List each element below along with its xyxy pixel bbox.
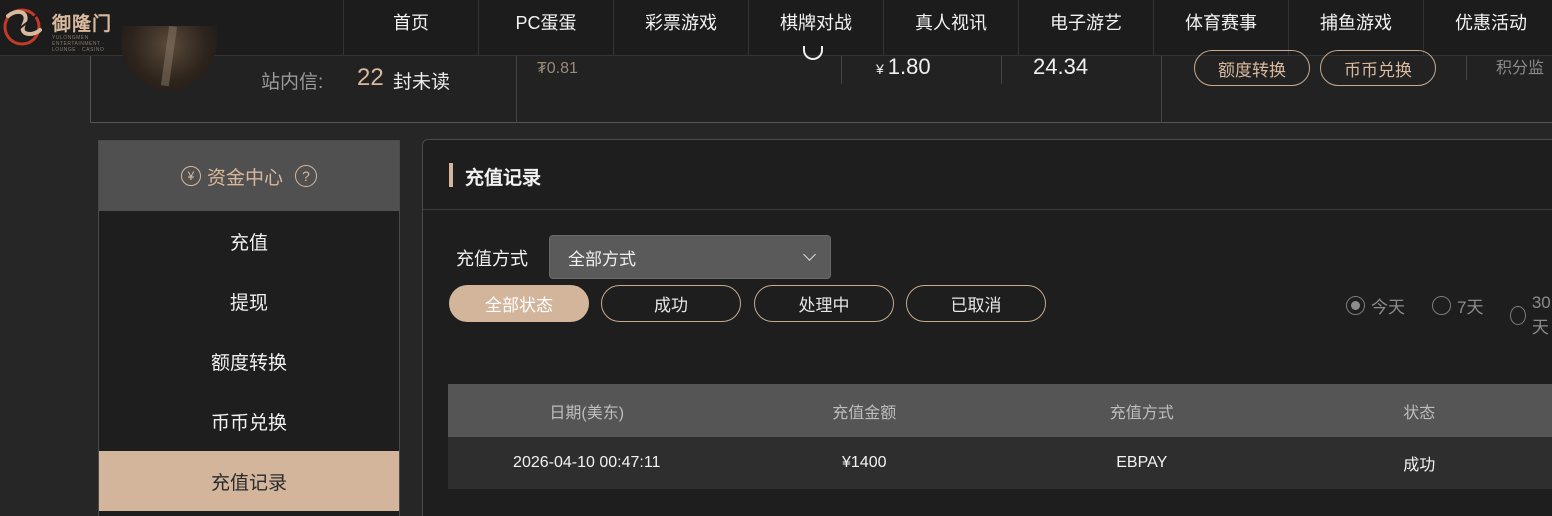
deposit-records-panel: 充值记录 充值方式 全部方式 全部状态 成功 处理中 已取消 今天 7天 30天… — [422, 139, 1552, 516]
sidebar-item-deposit[interactable]: 充值 — [99, 211, 399, 271]
cell-date: 2026-04-10 00:47:11 — [513, 454, 661, 471]
sidebar-header: ¥ 资金中心 ? — [99, 141, 399, 211]
nav-sports[interactable]: 体育赛事 — [1153, 0, 1288, 56]
chevron-down-icon — [803, 248, 816, 261]
usdt-balance: ₮0.81 — [537, 60, 578, 77]
yen-icon: ¥ — [180, 166, 201, 186]
divider — [1001, 56, 1002, 84]
user-info-bar: 站内信: 22 封未读 ₮0.81 ¥1.80 24.34 额度转换 币币兑换 … — [90, 26, 1552, 123]
cell-method: EBPAY — [1116, 454, 1168, 471]
nav-lottery[interactable]: 彩票游戏 — [613, 0, 748, 56]
column-status: 状态 — [1403, 404, 1436, 422]
quota-transfer-button[interactable]: 额度转换 — [1194, 50, 1310, 86]
status-processing-button[interactable]: 处理中 — [754, 285, 894, 322]
brand-name: 御隆门 — [52, 14, 113, 35]
nav-live-casino[interactable]: 真人视讯 — [883, 0, 1018, 56]
method-select-value: 全部方式 — [568, 249, 636, 269]
range-30days-label: 30天 — [1531, 293, 1551, 337]
brand-subtitle: YULONGMEN ENTERTAINMENT · LOUNGE · CASIN… — [52, 35, 105, 53]
main-balance-value: 1.80 — [887, 54, 931, 79]
sidebar-item-coin-exchange[interactable]: 币币兑换 — [99, 391, 399, 451]
panel-header: 充值记录 — [423, 140, 1552, 210]
divider — [841, 56, 842, 84]
title-accent-bar — [449, 163, 453, 187]
method-select[interactable]: 全部方式 — [549, 235, 831, 279]
sidebar-item-withdraw[interactable]: 提现 — [99, 271, 399, 331]
divider — [1466, 56, 1467, 80]
sidebar-item-deposit-records[interactable]: 充值记录 — [99, 451, 399, 511]
currency-symbol: ¥ — [876, 61, 884, 77]
main-nav: 首页 PC蛋蛋 彩票游戏 棋牌对战 真人视讯 电子游艺 体育赛事 捕鱼游戏 优惠… — [343, 0, 1552, 56]
secondary-balance: 24.34 — [1033, 54, 1089, 79]
radio-unchecked-icon — [1432, 296, 1451, 315]
cell-amount: ¥1400 — [842, 454, 887, 471]
status-all-button[interactable]: 全部状态 — [449, 285, 589, 322]
page-title: 充值记录 — [465, 168, 542, 189]
points-label[interactable]: 积分监 — [1496, 54, 1544, 78]
table-row: 2026-04-10 00:47:11 ¥1400 EBPAY 成功 — [448, 437, 1552, 489]
table-header: 日期(美东) 充值金额 充值方式 状态 — [448, 384, 1552, 437]
help-icon[interactable]: ? — [295, 165, 317, 187]
dragon-logo-icon — [3, 8, 42, 46]
range-7days-label: 7天 — [1457, 298, 1484, 317]
range-30days-radio[interactable]: 30天 — [1510, 293, 1552, 338]
method-filter-label: 充值方式 — [456, 249, 528, 269]
coin-exchange-button[interactable]: 币币兑换 — [1320, 50, 1436, 86]
range-today-label: 今天 — [1371, 298, 1405, 317]
status-success-button[interactable]: 成功 — [601, 285, 741, 322]
records-table: 日期(美东) 充值金额 充值方式 状态 2026-04-10 00:47:11 … — [448, 384, 1552, 489]
radio-checked-icon — [1346, 296, 1365, 315]
range-7days-radio[interactable]: 7天 — [1432, 293, 1483, 318]
column-amount: 充值金额 — [832, 404, 897, 422]
nav-pc-eggs[interactable]: PC蛋蛋 — [478, 0, 613, 56]
message-count[interactable]: 22 — [357, 64, 384, 92]
nav-slots[interactable]: 电子游艺 — [1018, 0, 1153, 56]
nav-promotions[interactable]: 优惠活动 — [1423, 0, 1552, 56]
nav-fishing[interactable]: 捕鱼游戏 — [1288, 0, 1423, 56]
radio-unchecked-icon — [1510, 306, 1526, 325]
divider — [516, 56, 517, 123]
sidebar-title: 资金中心 — [206, 167, 283, 189]
cell-status: 成功 — [1403, 457, 1436, 474]
message-label: 站内信: — [261, 72, 324, 93]
sidebar-item-quota-transfer[interactable]: 额度转换 — [99, 331, 399, 391]
range-today-radio[interactable]: 今天 — [1346, 293, 1405, 318]
message-unit: 封未读 — [393, 72, 451, 93]
column-method: 充值方式 — [1109, 404, 1174, 422]
refresh-icon[interactable] — [803, 46, 823, 60]
status-cancelled-button[interactable]: 已取消 — [906, 285, 1046, 322]
column-date: 日期(美东) — [549, 404, 625, 422]
nav-home[interactable]: 首页 — [343, 0, 478, 56]
main-balance: ¥1.80 — [876, 54, 931, 80]
divider — [1161, 56, 1162, 123]
funds-sidebar: ¥ 资金中心 ? 充值 提现 额度转换 币币兑换 充值记录 — [98, 140, 400, 516]
top-navbar: 御隆门 YULONGMEN ENTERTAINMENT · LOUNGE · C… — [0, 0, 1552, 56]
avatar[interactable] — [121, 26, 217, 90]
brand-logo[interactable]: 御隆门 YULONGMEN ENTERTAINMENT · LOUNGE · C… — [0, 2, 120, 53]
